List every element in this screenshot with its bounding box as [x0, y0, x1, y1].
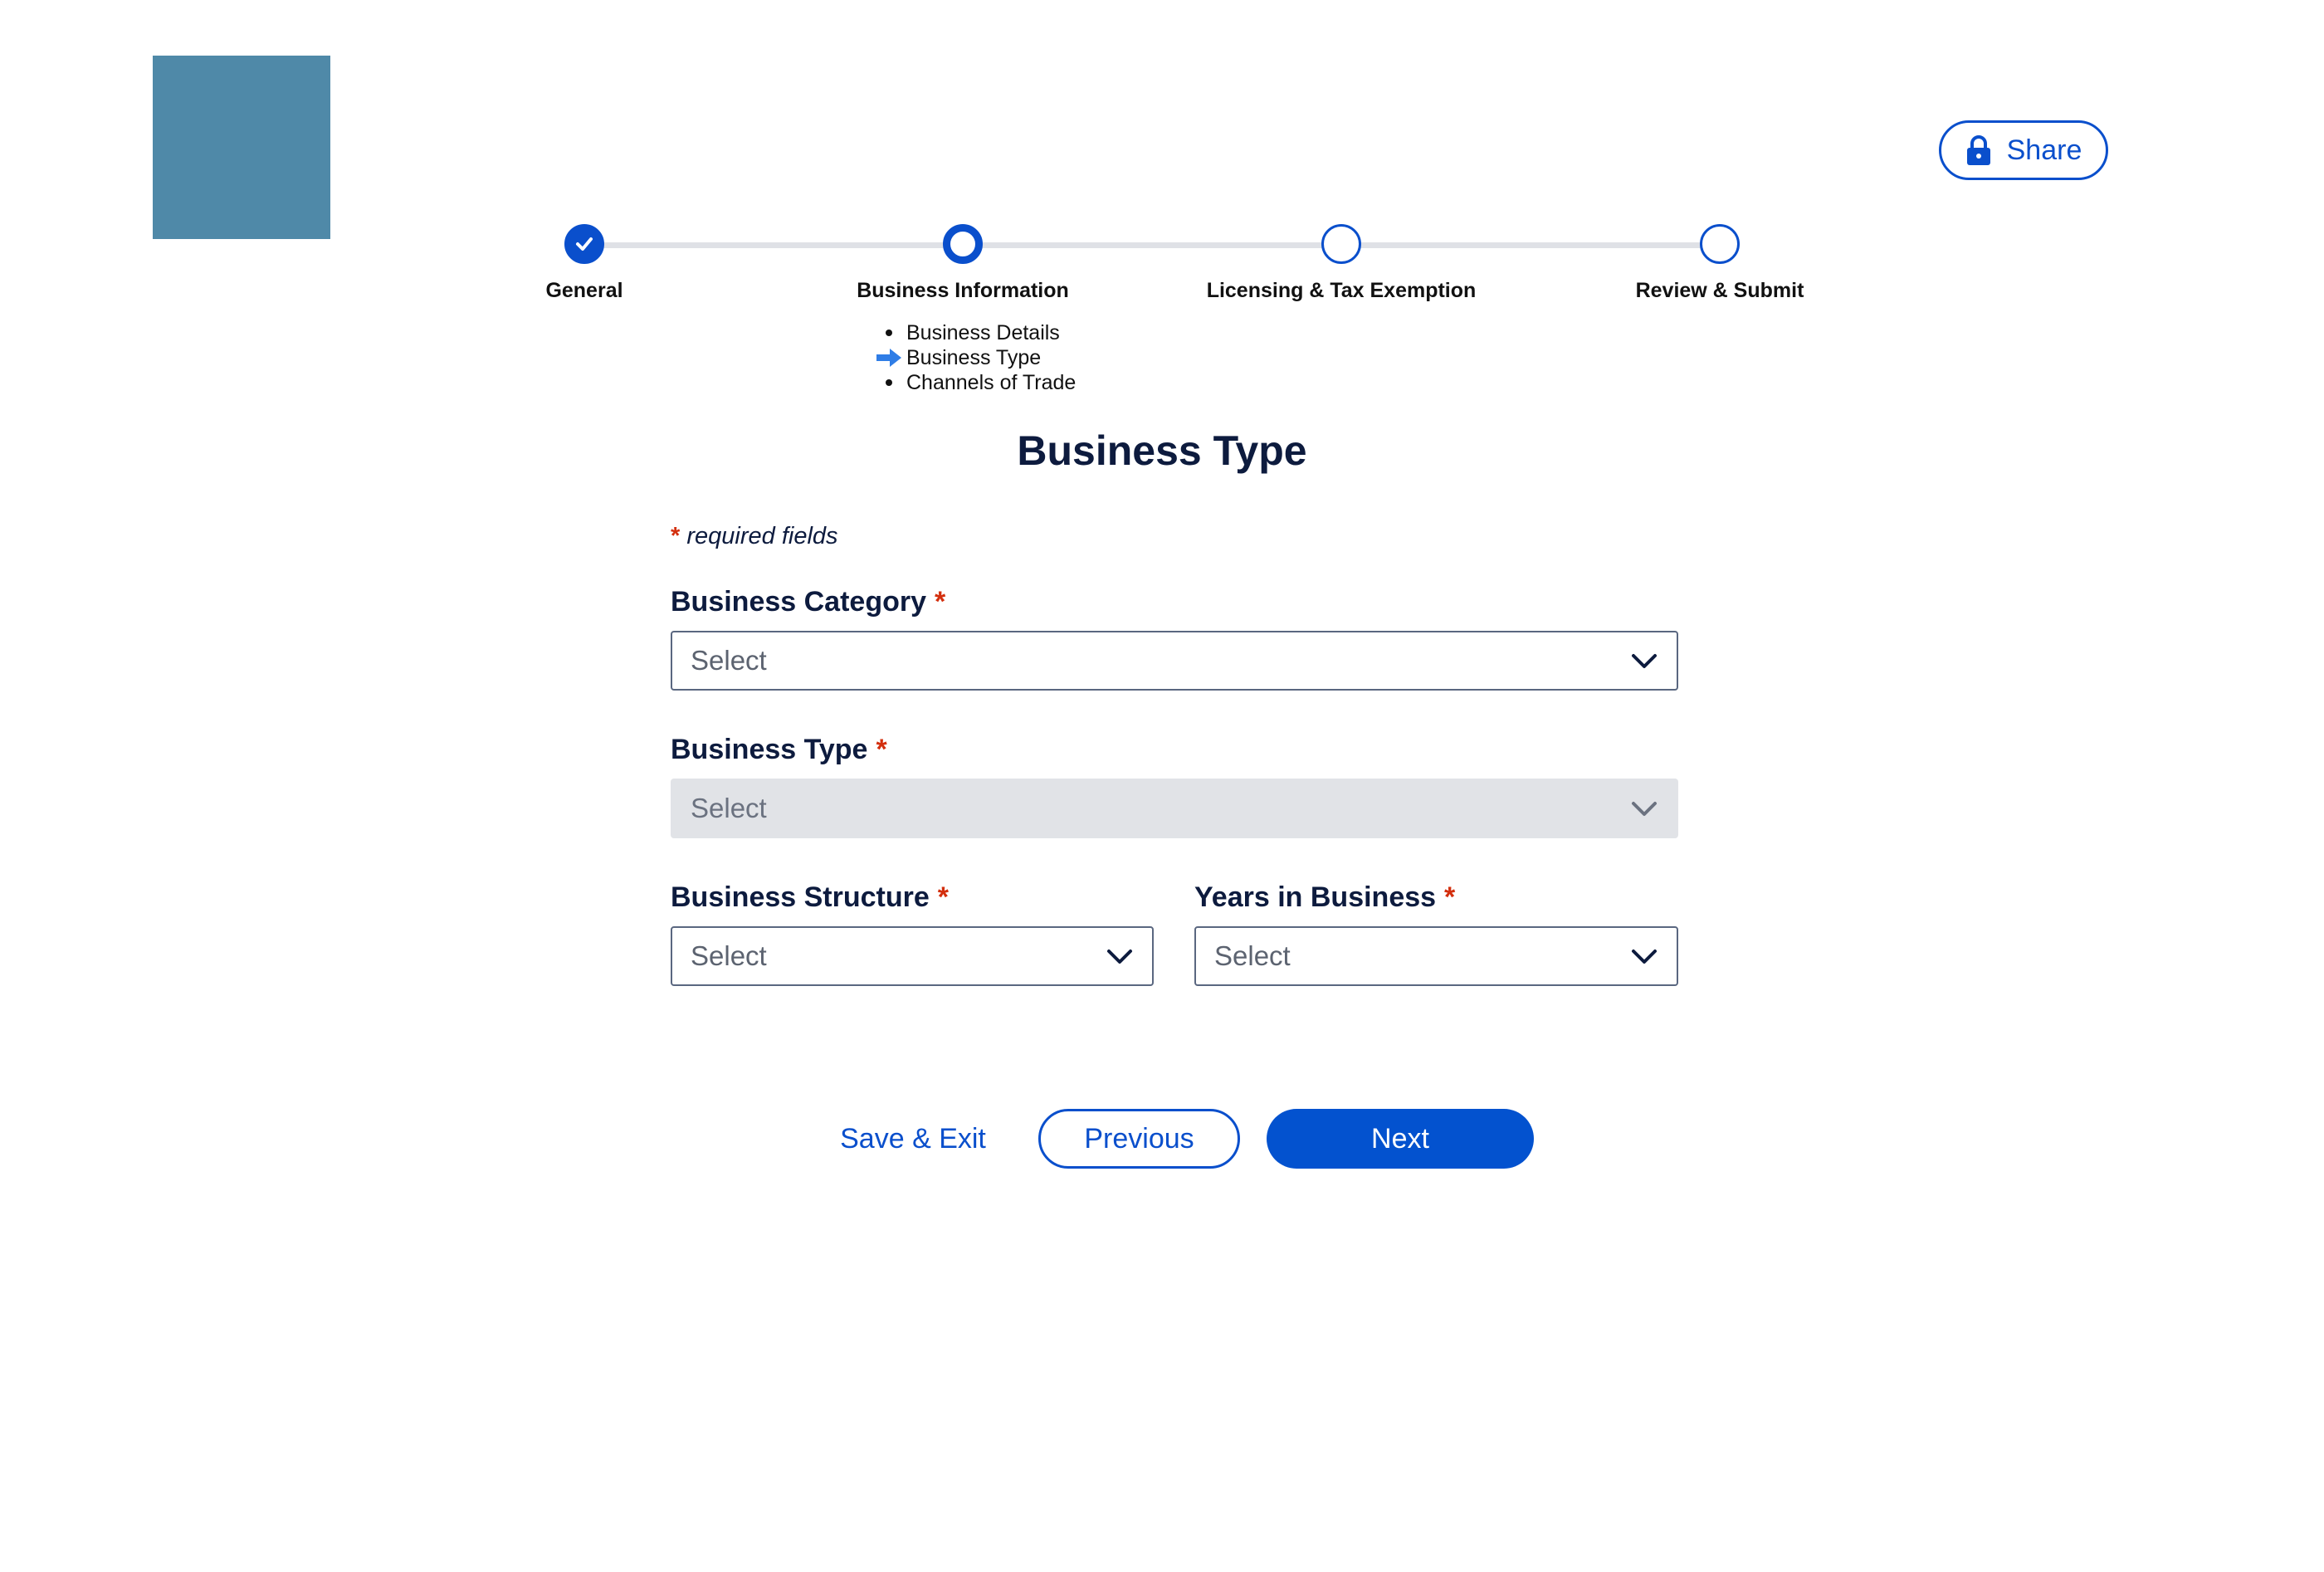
years-in-business-select[interactable]: Select — [1194, 926, 1678, 986]
required-fields-note: * required fields — [671, 523, 838, 549]
arrow-right-icon — [876, 349, 901, 367]
previous-button[interactable]: Previous — [1038, 1109, 1240, 1169]
stepper-track — [591, 242, 1736, 248]
business-type-select: Select — [671, 779, 1678, 838]
business-type-label: Business Type * — [671, 734, 887, 765]
business-category-label: Business Category * — [671, 586, 946, 618]
chevron-down-icon — [1632, 802, 1657, 816]
chevron-down-icon — [1632, 654, 1657, 668]
substep-list: Business Details Business Type Channels … — [872, 320, 1076, 395]
step-business-information-indicator — [943, 224, 983, 264]
page-title: Business Type — [1017, 427, 1307, 474]
bullet-icon — [886, 379, 892, 386]
chevron-down-icon — [1107, 950, 1132, 964]
step-licensing-label: Licensing & Tax Exemption — [1206, 279, 1477, 302]
page: Share General Business Information Licen… — [0, 0, 2324, 1572]
step-review-indicator — [1700, 224, 1740, 264]
checkmark-icon — [576, 237, 593, 251]
business-category-select[interactable]: Select — [671, 631, 1678, 691]
substep-item-current: Business Type — [872, 345, 1076, 370]
form-actions: Save & Exit Previous Next — [0, 1109, 2324, 1169]
substep-item: Channels of Trade — [872, 370, 1076, 395]
step-review-label: Review & Submit — [1635, 279, 1804, 302]
substep-item: Business Details — [872, 320, 1076, 345]
years-in-business-label: Years in Business * — [1194, 881, 1456, 913]
save-exit-button[interactable]: Save & Exit — [822, 1109, 1004, 1169]
step-licensing-indicator — [1321, 224, 1361, 264]
business-structure-select[interactable]: Select — [671, 926, 1154, 986]
step-general-indicator — [564, 224, 604, 264]
step-business-information-label: Business Information — [857, 279, 1069, 302]
chevron-down-icon — [1632, 950, 1657, 964]
required-marker: * — [671, 523, 681, 549]
progress-stepper: General Business Information Licensing &… — [0, 0, 2324, 398]
bullet-icon — [886, 330, 892, 336]
next-button[interactable]: Next — [1267, 1109, 1534, 1169]
step-general-label: General — [545, 279, 623, 302]
business-structure-label: Business Structure * — [671, 881, 949, 913]
